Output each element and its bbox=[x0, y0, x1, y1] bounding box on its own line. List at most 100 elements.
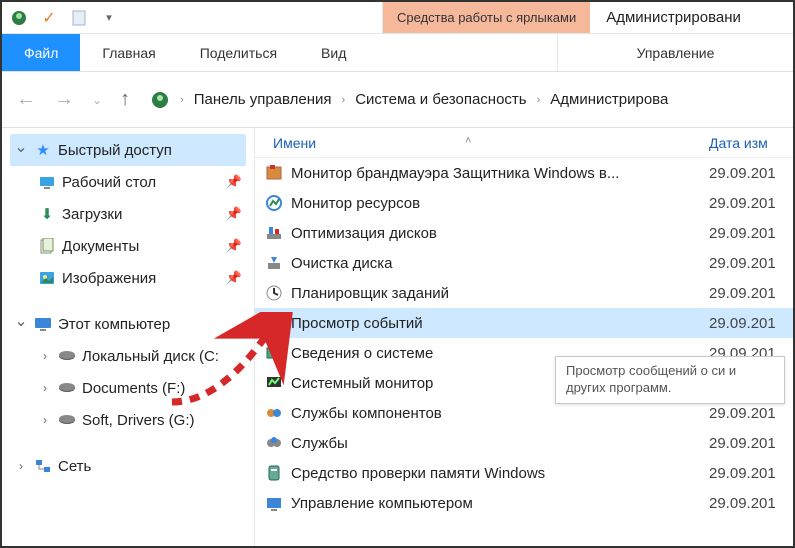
file-row[interactable]: Планировщик заданий29.09.201 bbox=[255, 278, 793, 308]
column-headers: Имени ˄ Дата изм bbox=[255, 128, 793, 158]
breadcrumb-item[interactable]: Система и безопасность bbox=[355, 91, 526, 108]
main-content: ★ Быстрый доступ Рабочий стол 📌 ⬇ Загруз… bbox=[2, 128, 793, 546]
sidebar-item-drive-c[interactable]: Локальный диск (C: bbox=[10, 340, 246, 372]
disk-icon bbox=[58, 347, 76, 365]
sidebar-item-drive-f[interactable]: Documents (F:) bbox=[10, 372, 246, 404]
downloads-icon: ⬇ bbox=[38, 205, 56, 223]
column-date[interactable]: Дата изм bbox=[709, 135, 793, 151]
file-icon bbox=[265, 374, 283, 392]
file-row[interactable]: Оптимизация дисков29.09.201 bbox=[255, 218, 793, 248]
tab-home[interactable]: Главная bbox=[80, 34, 177, 71]
chevron-right-icon[interactable]: › bbox=[533, 94, 545, 106]
sidebar-item-label: Documents (F:) bbox=[82, 380, 185, 397]
sidebar-item-downloads[interactable]: ⬇ Загрузки 📌 bbox=[10, 198, 246, 230]
chevron-right-icon[interactable]: › bbox=[176, 94, 188, 106]
nav-up-icon[interactable]: ↑ bbox=[116, 88, 134, 111]
nav-recent-dropdown-icon[interactable]: ⌄ bbox=[88, 93, 106, 107]
file-list: Имени ˄ Дата изм Монитор брандмауэра Защ… bbox=[254, 128, 793, 546]
ribbon-tabs: Файл Главная Поделиться Вид Управление bbox=[2, 34, 793, 72]
chevron-right-icon[interactable]: › bbox=[338, 94, 350, 106]
tab-view[interactable]: Вид bbox=[299, 34, 368, 71]
file-icon bbox=[265, 464, 283, 482]
file-date: 29.09.201 bbox=[709, 195, 793, 212]
tab-share[interactable]: Поделиться bbox=[178, 34, 299, 71]
file-date: 29.09.201 bbox=[709, 435, 793, 452]
qat-dropdown-icon[interactable]: ▾ bbox=[100, 9, 118, 27]
file-row[interactable]: Монитор ресурсов29.09.201 bbox=[255, 188, 793, 218]
column-name[interactable]: Имени ˄ bbox=[255, 135, 709, 151]
sidebar-item-label: Загрузки bbox=[62, 206, 122, 223]
file-date: 29.09.201 bbox=[709, 165, 793, 182]
file-name: Службы компонентов bbox=[291, 405, 709, 422]
nav-back-icon[interactable]: ← bbox=[12, 88, 40, 111]
tab-file[interactable]: Файл bbox=[2, 34, 80, 71]
file-rows: Монитор брандмауэра Защитника Windows в.… bbox=[255, 158, 793, 518]
file-row[interactable]: Службы29.09.201 bbox=[255, 428, 793, 458]
tooltip: Просмотр сообщений о си и других програм… bbox=[555, 356, 785, 404]
pin-icon[interactable]: 📌 bbox=[226, 270, 242, 286]
file-date: 29.09.201 bbox=[709, 315, 793, 332]
pin-icon[interactable]: 📌 bbox=[226, 206, 242, 222]
disk-icon bbox=[58, 411, 76, 429]
file-row[interactable]: Средство проверки памяти Windows29.09.20… bbox=[255, 458, 793, 488]
breadcrumb[interactable]: › Панель управления › Система и безопасн… bbox=[144, 84, 783, 116]
file-date: 29.09.201 bbox=[709, 405, 793, 422]
file-date: 29.09.201 bbox=[709, 495, 793, 512]
file-date: 29.09.201 bbox=[709, 465, 793, 482]
sidebar-item-desktop[interactable]: Рабочий стол 📌 bbox=[10, 166, 246, 198]
file-name: Управление компьютером bbox=[291, 495, 709, 512]
pin-icon[interactable]: 📌 bbox=[226, 238, 242, 254]
documents-icon bbox=[38, 237, 56, 255]
file-row[interactable]: Просмотр событий29.09.201 bbox=[255, 308, 793, 338]
contextual-tab-header: Средства работы с ярлыками bbox=[382, 2, 590, 33]
navigation-tree: ★ Быстрый доступ Рабочий стол 📌 ⬇ Загруз… bbox=[2, 128, 254, 546]
sidebar-item-drive-g[interactable]: Soft, Drivers (G:) bbox=[10, 404, 246, 436]
breadcrumb-item[interactable]: Панель управления bbox=[194, 91, 332, 108]
qat-check-icon[interactable]: ✓ bbox=[40, 9, 58, 27]
pictures-icon bbox=[38, 269, 56, 287]
sidebar-item-label: Документы bbox=[62, 238, 139, 255]
file-icon bbox=[265, 224, 283, 242]
chevron-down-icon[interactable] bbox=[14, 140, 28, 160]
file-name: Монитор ресурсов bbox=[291, 195, 709, 212]
file-icon bbox=[265, 434, 283, 452]
file-row[interactable]: Управление компьютером29.09.201 bbox=[255, 488, 793, 518]
chevron-right-icon[interactable] bbox=[38, 381, 52, 395]
sidebar-item-quick-access[interactable]: ★ Быстрый доступ bbox=[10, 134, 246, 166]
file-icon bbox=[265, 404, 283, 422]
sidebar-item-network[interactable]: Сеть bbox=[10, 450, 246, 482]
file-row[interactable]: Очистка диска29.09.201 bbox=[255, 248, 793, 278]
chevron-right-icon[interactable] bbox=[38, 413, 52, 427]
sidebar-item-label: Сеть bbox=[58, 458, 91, 475]
chevron-down-icon[interactable] bbox=[14, 314, 28, 334]
sidebar-item-label: Изображения bbox=[62, 270, 156, 287]
file-icon bbox=[265, 164, 283, 182]
file-date: 29.09.201 bbox=[709, 285, 793, 302]
network-icon bbox=[34, 457, 52, 475]
computer-icon bbox=[34, 315, 52, 333]
file-icon bbox=[265, 254, 283, 272]
tab-manage[interactable]: Управление bbox=[557, 34, 793, 71]
sidebar-item-label: Рабочий стол bbox=[62, 174, 156, 191]
sidebar-item-this-pc[interactable]: Этот компьютер bbox=[10, 308, 246, 340]
nav-forward-icon[interactable]: → bbox=[50, 88, 78, 111]
pin-icon[interactable]: 📌 bbox=[226, 174, 242, 190]
file-icon bbox=[265, 314, 283, 332]
file-name: Очистка диска bbox=[291, 255, 709, 272]
star-icon: ★ bbox=[34, 141, 52, 159]
sidebar-item-documents[interactable]: Документы 📌 bbox=[10, 230, 246, 262]
quick-access-toolbar: ✓ ▾ bbox=[2, 2, 382, 33]
qat-doc-icon[interactable] bbox=[70, 9, 88, 27]
chevron-right-icon[interactable] bbox=[14, 459, 28, 473]
file-icon bbox=[265, 194, 283, 212]
file-name: Монитор брандмауэра Защитника Windows в.… bbox=[291, 165, 709, 182]
sidebar-item-pictures[interactable]: Изображения 📌 bbox=[10, 262, 246, 294]
file-icon bbox=[265, 494, 283, 512]
column-name-label: Имени bbox=[273, 135, 316, 151]
file-row[interactable]: Монитор брандмауэра Защитника Windows в.… bbox=[255, 158, 793, 188]
file-icon bbox=[265, 284, 283, 302]
breadcrumb-item[interactable]: Администрирова bbox=[550, 91, 668, 108]
file-name: Просмотр событий bbox=[291, 315, 709, 332]
file-icon bbox=[265, 344, 283, 362]
chevron-right-icon[interactable] bbox=[38, 349, 52, 363]
